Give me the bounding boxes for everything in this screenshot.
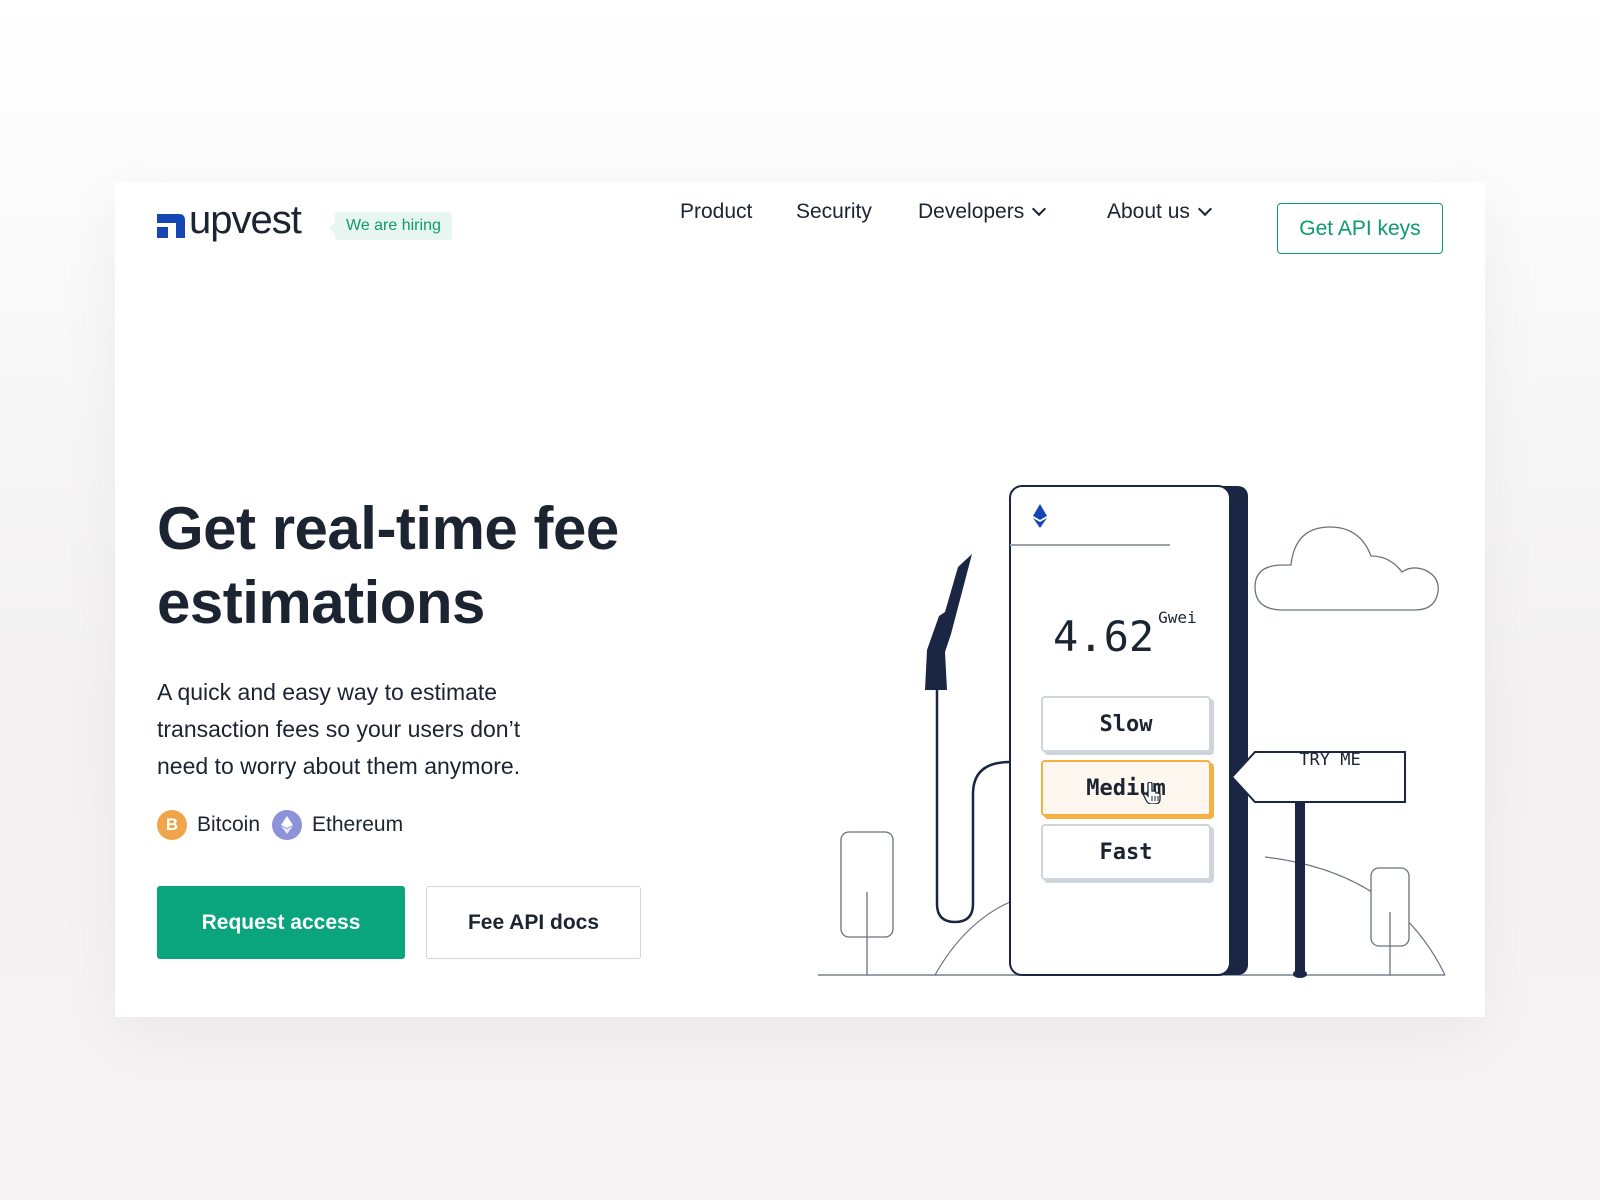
speed-slow-button[interactable]: Slow — [1041, 696, 1211, 752]
fuel-nozzle — [925, 554, 972, 690]
cloud-icon — [1254, 526, 1439, 611]
fee-readout: 4.62 Gwei — [1053, 608, 1197, 661]
chevron-down-icon — [1197, 201, 1212, 217]
supported-coins: B Bitcoin Ethereum — [157, 810, 415, 840]
nav-product[interactable]: Product — [680, 200, 752, 224]
page-title: Get real-time fee estimations — [157, 495, 619, 636]
get-api-keys-button[interactable]: Get API keys — [1277, 203, 1443, 254]
coin-label-bitcoin: Bitcoin — [197, 813, 261, 836]
chevron-down-icon — [1032, 201, 1047, 217]
landing-card: upvest We are hiring Product Security De… — [115, 182, 1485, 1017]
sign-post — [1295, 797, 1305, 975]
brand-name: upvest — [189, 198, 302, 242]
nav-security[interactable]: Security — [796, 200, 872, 224]
speed-fast-button[interactable]: Fast — [1041, 824, 1211, 880]
fee-value: 4.62 — [1053, 612, 1155, 661]
upvest-logo-icon — [157, 214, 185, 238]
nav-developers[interactable]: Developers — [918, 200, 1047, 224]
hill-right — [1264, 856, 1446, 976]
fuel-hose — [935, 690, 1011, 924]
hero-description: A quick and easy way to estimate transac… — [157, 679, 521, 779]
ethereum-icon — [272, 810, 303, 840]
hiring-badge[interactable]: We are hiring — [329, 212, 452, 240]
try-me-label[interactable]: TRY ME — [1265, 750, 1395, 770]
request-access-button[interactable]: Request access — [157, 886, 405, 959]
nav-about-us[interactable]: About us — [1107, 200, 1212, 224]
speed-medium-button[interactable]: Medium — [1041, 760, 1211, 816]
logo[interactable]: upvest — [157, 200, 302, 240]
bitcoin-icon: B — [157, 810, 187, 840]
fee-unit: Gwei — [1158, 608, 1197, 627]
fee-api-docs-button[interactable]: Fee API docs — [426, 886, 641, 959]
hand-cursor-icon — [1143, 782, 1161, 804]
coin-label-ethereum: Ethereum — [312, 813, 404, 836]
